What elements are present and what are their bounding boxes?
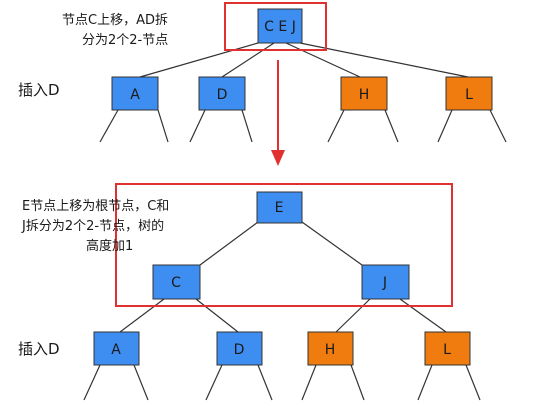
bottom-leaf-a: A (93, 331, 140, 366)
bottom-annotation-line-1: E节点上移为根节点，C和 (22, 199, 169, 214)
top-child-d-label: D (217, 87, 228, 103)
bottom-insert-label: 插入D (18, 340, 60, 358)
bottom-leaf-l: L (424, 331, 471, 366)
top-leaf-stubs (99, 109, 507, 143)
bottom-leaf-d: D (216, 331, 263, 366)
top-annotation-line-1: 节点C上移，AD拆 (62, 13, 168, 28)
top-insert-label: 插入D (18, 81, 60, 99)
top-root-label: C E J (264, 19, 296, 35)
bottom-middle-c: C (152, 264, 201, 300)
top-child-d: D (198, 76, 246, 111)
top-child-h-label: H (359, 87, 370, 103)
top-child-a-label: A (130, 87, 140, 103)
bottom-annotation-line-3: 高度加1 (86, 238, 133, 254)
top-child-l-label: L (465, 87, 473, 103)
top-child-h: H (340, 76, 388, 111)
bottom-root-label: E (275, 200, 284, 216)
bottom-annotation-line-2: J拆分为2个2-节点，树的 (21, 218, 164, 234)
top-child-l: L (445, 76, 493, 111)
bottom-leaf-a-label: A (111, 342, 121, 358)
bottom-leaf-h: H (307, 331, 354, 366)
bottom-leaf-d-label: D (234, 342, 245, 358)
bottom-middle-j-label: J (382, 275, 387, 291)
top-child-a: A (111, 76, 159, 111)
bottom-root-node: E (256, 191, 303, 224)
bottom-leaf-h-label: H (325, 342, 336, 358)
bottom-leaf-stubs (83, 364, 481, 401)
top-root-node: C E J (257, 8, 303, 44)
bottom-leaf-l-label: L (443, 342, 451, 358)
b-tree-split-diagram: C E J A D H L 节点C上移，AD拆 分为2个2-节点 插入D E C… (0, 0, 537, 417)
top-edges (139, 42, 469, 78)
down-arrow (271, 60, 285, 166)
top-annotation-line-2: 分为2个2-节点 (82, 33, 168, 48)
bottom-middle-j: J (361, 264, 410, 300)
bottom-middle-c-label: C (171, 275, 181, 291)
